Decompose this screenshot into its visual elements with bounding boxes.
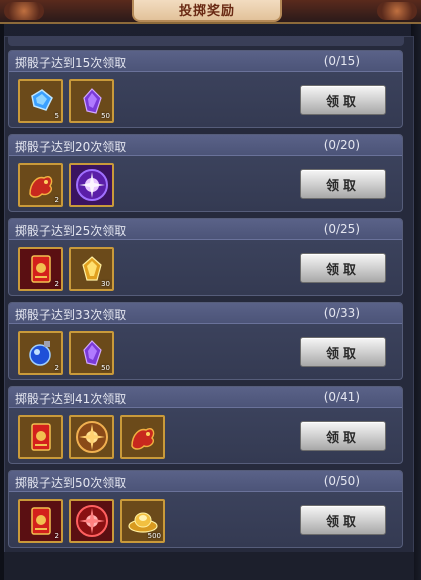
reward-item[interactable]: 30 [69,247,114,291]
red-orb-icon [71,501,112,541]
reward-item[interactable] [69,499,114,543]
reward-item[interactable]: 2 [18,331,63,375]
gold-orb-icon [71,417,112,457]
red-dragon-icon [122,417,163,457]
reward-row-header: 掷骰子达到15次领取 (0/15) [9,51,402,72]
reward-row: 掷骰子达到50次领取 (0/50) 2 500 领取 [8,470,403,548]
item-count: 50 [101,364,110,372]
reward-row-header: 掷骰子达到25次领取 (0/25) [9,219,402,240]
reward-row-header: 掷骰子达到20次领取 (0/20) [9,135,402,156]
reward-condition: 掷骰子达到25次领取 [15,224,127,238]
claim-button[interactable]: 领取 [300,337,386,367]
reward-row: 掷骰子达到15次领取 (0/15) 5 50 领取 [8,50,403,128]
reward-item[interactable]: 50 [69,79,114,123]
reward-condition: 掷骰子达到41次领取 [15,392,127,406]
reward-row: 掷骰子达到41次领取 (0/41) 领取 [8,386,403,464]
reward-condition: 掷骰子达到33次领取 [15,308,127,322]
item-count: 2 [54,532,59,540]
ornament-left-icon [4,2,44,20]
reward-progress: (0/20) [323,138,360,152]
reward-item[interactable]: 50 [69,331,114,375]
item-count: 2 [54,280,59,288]
item-count: 30 [101,280,110,288]
reward-item[interactable]: 2 [18,499,63,543]
claim-button[interactable]: 领取 [300,421,386,451]
purple-orb-icon [71,165,112,205]
red-envelope-icon [20,417,61,457]
scroll-top-edge [8,36,404,46]
page-title: 投掷奖励 [178,4,235,19]
reward-row-header: 掷骰子达到50次领取 (0/50) [9,471,402,492]
reward-condition: 掷骰子达到50次领取 [15,476,127,490]
reward-row: 掷骰子达到25次领取 (0/25) 2 30 领取 [8,218,403,296]
reward-item[interactable]: 500 [120,499,165,543]
reward-item[interactable]: 2 [18,163,63,207]
panel-bottom-edge [4,552,414,580]
reward-progress: (0/25) [323,222,360,236]
item-count: 2 [54,196,59,204]
reward-progress: (0/50) [323,474,360,488]
reward-item[interactable] [18,415,63,459]
reward-progress: (0/15) [323,54,360,68]
reward-row-header: 掷骰子达到41次领取 (0/41) [9,387,402,408]
reward-item[interactable]: 5 [18,79,63,123]
claim-button[interactable]: 领取 [300,505,386,535]
ornament-right-icon [377,2,417,20]
item-count: 5 [54,112,59,120]
reward-item[interactable]: 2 [18,247,63,291]
reward-condition: 掷骰子达到15次领取 [15,56,127,70]
reward-item[interactable] [69,415,114,459]
reward-condition: 掷骰子达到20次领取 [15,140,127,154]
claim-button[interactable]: 领取 [300,169,386,199]
claim-button[interactable]: 领取 [300,253,386,283]
reward-item[interactable] [120,415,165,459]
reward-progress: (0/33) [323,306,360,320]
reward-row-header: 掷骰子达到33次领取 (0/33) [9,303,402,324]
claim-button[interactable]: 领取 [300,85,386,115]
reward-row: 掷骰子达到20次领取 (0/20) 2 领取 [8,134,403,212]
reward-item[interactable] [69,163,114,207]
item-count: 50 [101,112,110,120]
title-tab: 投掷奖励 [132,0,282,22]
item-count: 2 [54,364,59,372]
item-count: 500 [147,532,161,540]
reward-progress: (0/41) [323,390,360,404]
reward-row: 掷骰子达到33次领取 (0/33) 2 50 领取 [8,302,403,380]
